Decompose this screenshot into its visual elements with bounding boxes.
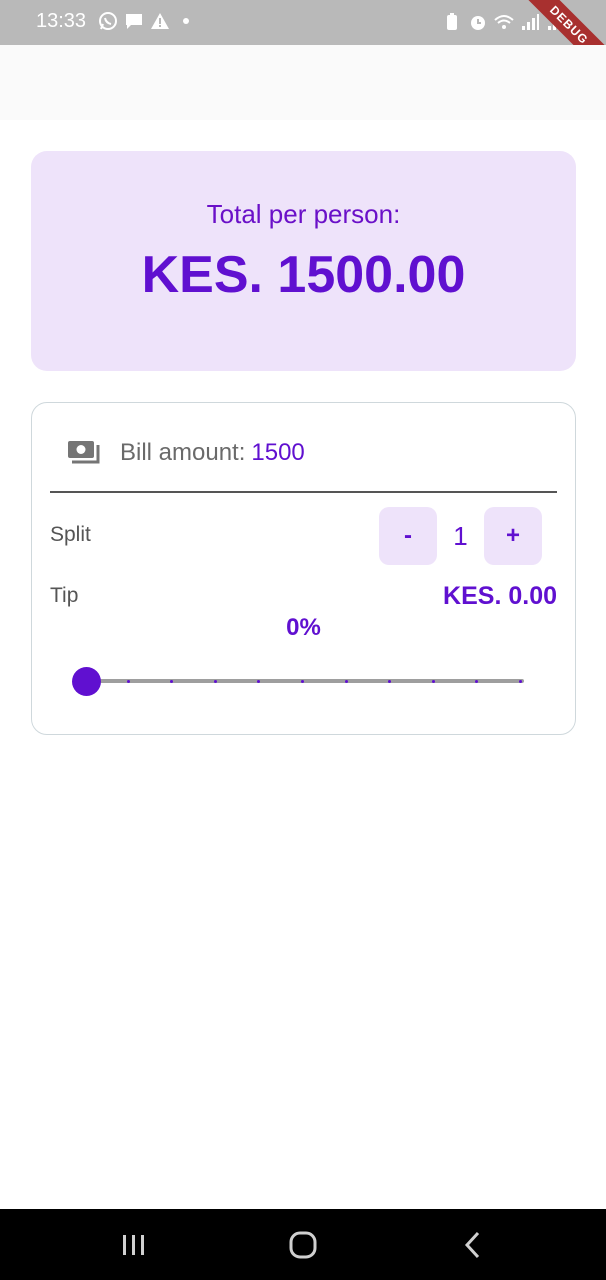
recents-icon[interactable] <box>114 1227 154 1263</box>
wifi-icon <box>494 15 514 29</box>
home-icon[interactable] <box>283 1227 323 1263</box>
tip-slider-tick <box>126 679 130 683</box>
tip-slider-tick <box>431 679 435 683</box>
tip-slider-tick <box>519 679 522 683</box>
status-bar: 13:33 DEBUG <box>0 0 606 86</box>
split-increment-button[interactable]: + <box>484 507 542 565</box>
message-icon <box>126 14 142 29</box>
tip-slider-track[interactable] <box>84 679 524 683</box>
warning-icon <box>151 13 169 29</box>
tip-label: Tip <box>50 584 79 607</box>
tip-percent: 0% <box>286 614 321 641</box>
split-count: 1 <box>453 521 468 551</box>
total-per-person-value: KES. 1500.00 <box>141 246 466 304</box>
tip-slider-tick <box>213 679 217 683</box>
status-left-icons <box>98 11 196 31</box>
app-bar <box>0 45 606 120</box>
tip-slider-tick <box>388 679 392 683</box>
bill-amount-input[interactable]: 1500 <box>251 439 304 467</box>
total-per-person-label: Total per person: <box>206 199 401 229</box>
navigation-bar <box>0 1209 606 1280</box>
money-icon <box>68 441 100 464</box>
total-per-person-card: Total per person: KES. 1500.00 <box>31 151 576 371</box>
tip-slider-thumb[interactable] <box>72 667 101 696</box>
whatsapp-icon <box>99 12 117 30</box>
battery-saver-icon <box>447 13 457 30</box>
tip-slider-tick <box>301 679 304 683</box>
tip-amount: KES. 0.00 <box>443 582 557 610</box>
tip-slider[interactable] <box>72 665 526 696</box>
bill-input-card: Bill amount: 1500 Split - 1 + Tip KES. 0… <box>31 402 576 735</box>
bill-amount-label: Bill amount: <box>120 439 246 466</box>
dot-icon <box>183 18 189 24</box>
bill-amount-field[interactable]: Bill amount: 1500 <box>68 439 305 467</box>
back-icon[interactable] <box>453 1227 493 1263</box>
tip-slider-tick <box>170 679 174 683</box>
split-decrement-button[interactable]: - <box>379 507 437 565</box>
status-time: 13:33 <box>36 10 87 32</box>
tip-slider-tick <box>344 679 348 683</box>
bill-amount-underline <box>50 491 557 493</box>
signal-icon <box>522 14 539 30</box>
split-label: Split <box>50 523 91 546</box>
alarm-icon <box>471 16 485 30</box>
